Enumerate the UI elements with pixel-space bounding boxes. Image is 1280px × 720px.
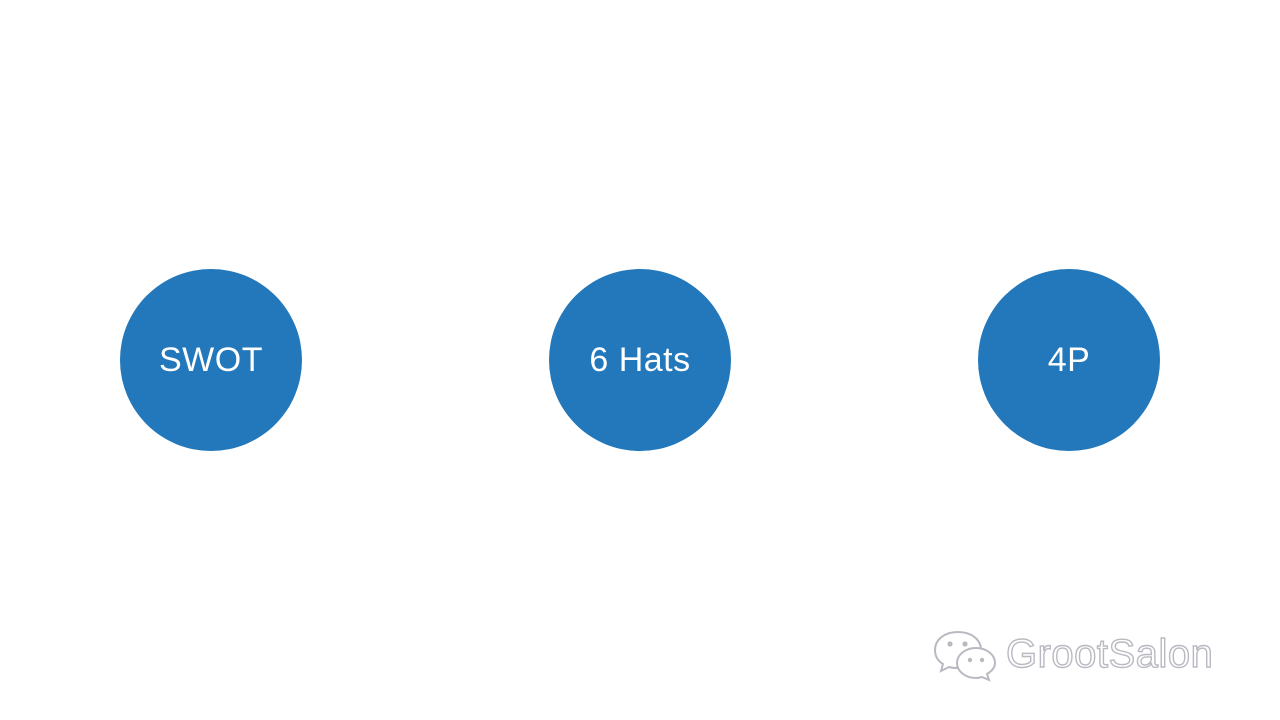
node-label: 4P xyxy=(1047,340,1091,379)
watermark: GrootSalon xyxy=(932,626,1214,682)
slide: SWOT 6 Hats 4P GrootSalon xyxy=(0,0,1280,720)
node-label: 6 Hats xyxy=(589,340,691,379)
node-6-hats: 6 Hats xyxy=(549,269,731,451)
node-label: SWOT xyxy=(159,340,263,379)
watermark-text: GrootSalon xyxy=(1005,632,1214,676)
wechat-icon xyxy=(933,630,997,682)
node-4p: 4P xyxy=(978,269,1160,451)
node-swot: SWOT xyxy=(120,269,302,451)
